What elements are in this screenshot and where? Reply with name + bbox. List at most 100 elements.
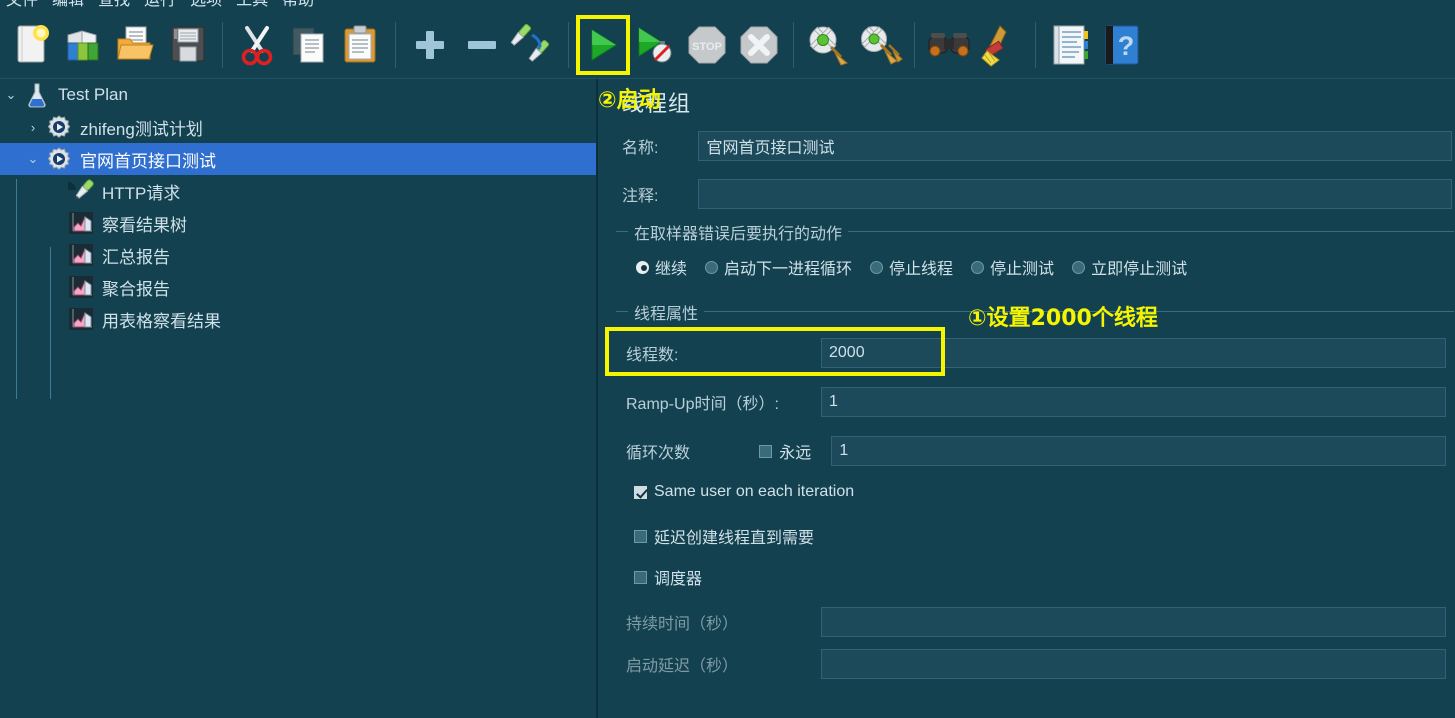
scheduler-row[interactable]: 调度器: [634, 565, 702, 589]
toolbar-separator: [395, 21, 396, 68]
menu-bar: 文件 编辑 查找 运行 选项 工具 帮助: [0, 0, 1455, 11]
error-action-option-3[interactable]: 停止测试: [971, 255, 1054, 279]
radio-dot[interactable]: [1072, 260, 1086, 274]
tree-node-label: HTTP请求: [102, 183, 181, 203]
help-icon[interactable]: ?: [1096, 16, 1148, 74]
toggle-icon[interactable]: [508, 16, 560, 74]
collapse-all-icon[interactable]: [456, 16, 508, 74]
tree-node-7[interactable]: · 用表格察看结果: [0, 303, 596, 335]
search-icon[interactable]: [923, 16, 975, 74]
error-action-option-label: 立即停止测试: [1091, 261, 1188, 278]
delay-create-row[interactable]: 延迟创建线程直到需要: [634, 524, 814, 548]
tree-node-6[interactable]: · 聚合报告: [0, 271, 596, 303]
toolbar-separator: [793, 21, 794, 68]
name-label: 名称:: [622, 140, 659, 157]
test-plan-tree[interactable]: ⌄ Test Plan › zhifeng测试计划 ⌄ 官网首页接口测试 · HTTP请求 · 察…: [0, 79, 598, 718]
startup-delay-row: 启动延迟（秒）: [626, 649, 1446, 679]
menu-item-2[interactable]: 查找: [98, 0, 130, 10]
tree-node-label: 用表格察看结果: [102, 311, 221, 331]
error-action-option-2[interactable]: 停止线程: [870, 255, 953, 279]
svg-text:STOP: STOP: [692, 41, 722, 53]
save-icon[interactable]: [162, 16, 214, 74]
comment-input[interactable]: [698, 179, 1452, 209]
start-icon[interactable]: [576, 14, 630, 75]
comment-label: 注释:: [622, 188, 659, 205]
tree-node-5[interactable]: · 汇总报告: [0, 239, 596, 271]
cut-icon[interactable]: [231, 16, 283, 74]
threads-label: 线程数:: [626, 347, 679, 364]
error-action-option-1[interactable]: 启动下一进程循环: [705, 255, 852, 279]
tree-node-label: zhifeng测试计划: [80, 119, 203, 139]
menu-item-6[interactable]: 帮助: [282, 0, 314, 10]
name-row: 名称:: [622, 131, 1452, 161]
threads-input[interactable]: [821, 338, 1446, 368]
tree-node-1[interactable]: › zhifeng测试计划: [0, 111, 596, 143]
tree-spacer: ·: [44, 280, 66, 295]
new-icon[interactable]: [6, 16, 58, 74]
tree-node-2[interactable]: ⌄ 官网首页接口测试: [0, 143, 596, 175]
stop-icon[interactable]: STOP: [681, 16, 733, 74]
radio-dot[interactable]: [705, 260, 719, 274]
duration-row: 持续时间（秒）: [626, 607, 1446, 637]
name-input[interactable]: [698, 131, 1452, 161]
thread-group-icon: [44, 147, 74, 171]
copy-icon[interactable]: [283, 16, 335, 74]
tree-spacer: ·: [44, 216, 66, 231]
error-action-option-label: 停止线程: [889, 261, 954, 278]
delay-create-checkbox[interactable]: [634, 529, 647, 543]
menu-item-1[interactable]: 编辑: [52, 0, 84, 10]
svg-text:?: ?: [1118, 31, 1135, 61]
menu-item-4[interactable]: 选项: [190, 0, 222, 10]
chevron-down-icon[interactable]: ⌄: [22, 151, 44, 167]
tree-node-label: 聚合报告: [102, 279, 170, 299]
rampup-row: Ramp-Up时间（秒）:: [626, 387, 1446, 417]
forever-label: 永远: [779, 445, 812, 462]
shutdown-icon[interactable]: [733, 16, 785, 74]
clear-all-icon[interactable]: [854, 16, 906, 74]
forever-checkbox[interactable]: [759, 444, 773, 458]
loops-input[interactable]: [831, 436, 1446, 466]
threads-row: 线程数:: [626, 338, 1446, 368]
templates-icon[interactable]: [58, 16, 110, 74]
same-user-label: Same user on each iteration: [654, 483, 855, 500]
radio-dot[interactable]: [971, 260, 985, 274]
scheduler-checkbox[interactable]: [634, 570, 647, 584]
error-action-option-label: 停止测试: [990, 261, 1055, 278]
radio-dot[interactable]: [870, 260, 884, 274]
chevron-right-icon[interactable]: ›: [22, 120, 44, 135]
toolbar: STOP ?: [0, 11, 1455, 79]
clear-icon[interactable]: [802, 16, 854, 74]
error-action-option-0[interactable]: 继续: [636, 255, 687, 279]
error-action-option-4[interactable]: 立即停止测试: [1072, 255, 1187, 279]
annotation-threads: ①设置2000个线程: [968, 306, 1158, 331]
loops-row: 循环次数 永远: [626, 436, 1446, 466]
rampup-input[interactable]: [821, 387, 1446, 417]
same-user-checkbox[interactable]: [634, 485, 647, 499]
startup-delay-label: 启动延迟（秒）: [626, 658, 739, 675]
scheduler-label: 调度器: [654, 571, 703, 588]
duration-input[interactable]: [821, 607, 1446, 637]
menu-item-0[interactable]: 文件: [6, 0, 38, 10]
tree-node-0[interactable]: ⌄ Test Plan: [0, 79, 596, 111]
open-icon[interactable]: [110, 16, 162, 74]
function-helper-icon[interactable]: [1044, 16, 1096, 74]
toolbar-separator: [914, 21, 915, 68]
tree-node-4[interactable]: · 察看结果树: [0, 207, 596, 239]
thread-group-panel: 线程组 名称: 注释: 在取样器错误后要执行的动作 继续启动下一进程循环停止线程…: [600, 79, 1455, 718]
paste-icon[interactable]: [335, 16, 387, 74]
comment-row: 注释:: [622, 179, 1452, 209]
start-no-pauses-icon[interactable]: [629, 16, 681, 74]
tree-spacer: ·: [44, 184, 66, 199]
menu-item-5[interactable]: 工具: [236, 0, 268, 10]
menu-item-3[interactable]: 运行: [144, 0, 176, 10]
chevron-down-icon[interactable]: ⌄: [0, 87, 22, 103]
startup-delay-input[interactable]: [821, 649, 1446, 679]
tree-node-3[interactable]: · HTTP请求: [0, 175, 596, 207]
reset-search-icon[interactable]: [975, 16, 1027, 74]
same-user-row[interactable]: Same user on each iteration: [634, 483, 854, 501]
radio-dot[interactable]: [636, 260, 649, 274]
rampup-label: Ramp-Up时间（秒）:: [626, 396, 779, 413]
expand-all-icon[interactable]: [404, 16, 456, 74]
tree-node-label: 官网首页接口测试: [80, 151, 216, 171]
loops-label: 循环次数: [626, 445, 691, 462]
